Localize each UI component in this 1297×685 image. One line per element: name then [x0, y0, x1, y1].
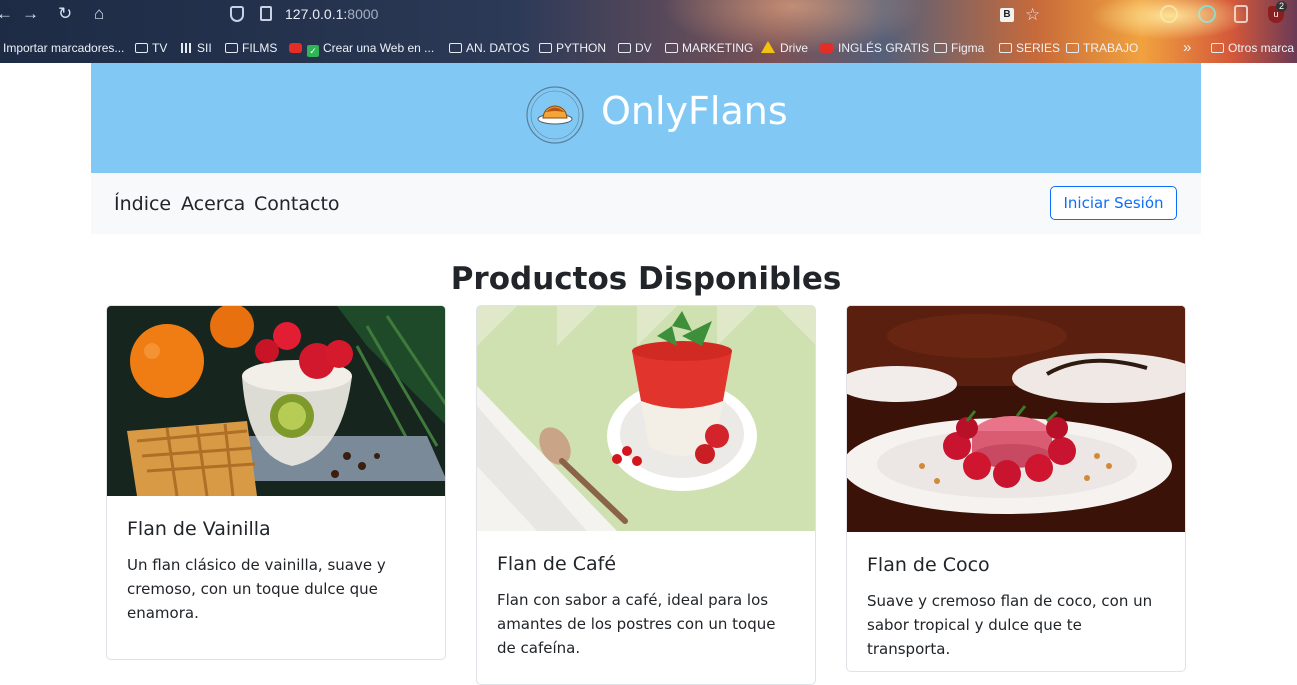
site-container: OnlyFlans Índice Acerca Contacto Iniciar…	[91, 63, 1201, 234]
product-description: Suave y cremoso flan de coco, con un sab…	[867, 592, 1153, 658]
folder-icon	[539, 43, 552, 53]
folder-icon	[225, 43, 238, 53]
folder-icon	[1211, 43, 1224, 53]
drive-icon	[761, 41, 775, 53]
page-info-icon[interactable]	[260, 6, 272, 21]
product-image-vainilla	[107, 306, 445, 496]
main-navbar: Índice Acerca Contacto Iniciar Sesión	[91, 173, 1201, 234]
product-title: Flan de Vainilla	[127, 518, 271, 540]
bookmark-item[interactable]: Otros marca	[1211, 38, 1294, 58]
section-title: Productos Disponibles	[450, 261, 842, 297]
folder-icon	[1066, 43, 1079, 53]
card-body: Flan de Vainilla Un flan clásico de vain…	[107, 496, 445, 625]
back-icon[interactable]: ←	[0, 5, 13, 23]
card-body: Flan de Coco Suave y cremoso flan de coc…	[847, 532, 1185, 661]
bookmark-item[interactable]: TRABAJO	[1066, 38, 1138, 58]
bookmark-item[interactable]: FILMS	[225, 38, 277, 58]
folder-icon	[999, 43, 1012, 53]
extensions-icon[interactable]	[1234, 5, 1248, 23]
account-icon[interactable]	[1198, 5, 1216, 23]
url-host: 127.0.0.1:	[285, 6, 348, 22]
bookmark-item[interactable]: PYTHON	[539, 38, 606, 58]
product-title: Flan de Coco	[867, 554, 990, 576]
ublock-badge: 2	[1276, 1, 1288, 12]
reload-icon[interactable]: ↻	[58, 5, 72, 23]
product-card[interactable]: Flan de Café Flan con sabor a café, idea…	[476, 305, 816, 685]
bookmark-item[interactable]: SII	[181, 38, 212, 58]
address-bar[interactable]: 127.0.0.1:8000	[285, 6, 378, 22]
card-body: Flan de Café Flan con sabor a café, idea…	[477, 531, 815, 660]
product-image-coco	[847, 306, 1185, 532]
bookmark-item[interactable]: AN. DATOS	[449, 38, 530, 58]
nav-link-acerca[interactable]: Acerca	[181, 193, 245, 215]
nav-link-contacto[interactable]: Contacto	[254, 193, 340, 215]
address-row: ← → ↻ ⌂ 127.0.0.1:8000 B ☆ u 2	[0, 0, 1297, 30]
browser-chrome: ← → ↻ ⌂ 127.0.0.1:8000 B ☆ u 2 Importar …	[0, 0, 1297, 63]
home-icon[interactable]: ⌂	[94, 5, 104, 23]
folder-icon	[665, 43, 678, 53]
folder-icon	[135, 43, 148, 53]
bookmark-star-icon[interactable]: ☆	[1025, 5, 1043, 24]
folder-icon	[449, 43, 462, 53]
bars-icon	[181, 43, 193, 53]
brand-name[interactable]: OnlyFlans	[601, 89, 788, 133]
nav-link-indice[interactable]: Índice	[114, 193, 171, 215]
forward-icon[interactable]: →	[22, 5, 39, 23]
site-header: OnlyFlans	[91, 63, 1201, 173]
bookmark-item[interactable]: Drive	[761, 38, 808, 58]
bookmark-item[interactable]: DV	[618, 38, 652, 58]
onlyflans-logo	[526, 86, 584, 144]
youtube-icon	[820, 43, 833, 53]
url-port: 8000	[347, 6, 379, 22]
folder-icon	[618, 43, 631, 53]
bookmarks-bar: Importar marcadores... TV SII FILMS ✓ Cre…	[0, 38, 1297, 60]
bookmark-item[interactable]: MARKETING	[665, 38, 753, 58]
folder-icon	[934, 43, 947, 53]
bookmark-item[interactable]: Figma	[934, 38, 984, 58]
bookmark-item[interactable]: ✓ Crear una Web en ...	[289, 38, 434, 58]
bookmark-item[interactable]: SERIES	[999, 38, 1060, 58]
reader-icon[interactable]: B	[1000, 8, 1014, 22]
product-card[interactable]: Flan de Vainilla Un flan clásico de vain…	[106, 305, 446, 660]
tracking-shield-icon[interactable]	[230, 6, 244, 22]
login-button[interactable]: Iniciar Sesión	[1050, 186, 1177, 220]
product-image-cafe	[477, 306, 815, 531]
bookmark-item[interactable]: INGLÉS GRATIS	[820, 38, 929, 58]
bookmark-item[interactable]: Importar marcadores...	[3, 38, 124, 58]
bookmarks-overflow-icon[interactable]: »	[1183, 38, 1191, 58]
product-title: Flan de Café	[497, 553, 617, 575]
product-description: Flan con sabor a café, ideal para los am…	[497, 591, 776, 657]
bookmark-item[interactable]: TV	[135, 38, 167, 58]
check-icon: ✓	[307, 45, 319, 57]
pocket-icon[interactable]	[1160, 5, 1178, 23]
product-description: Un flan clásico de vainilla, suave y cre…	[127, 556, 386, 622]
product-card[interactable]: Flan de Coco Suave y cremoso flan de coc…	[846, 305, 1186, 672]
youtube-icon	[289, 43, 302, 53]
